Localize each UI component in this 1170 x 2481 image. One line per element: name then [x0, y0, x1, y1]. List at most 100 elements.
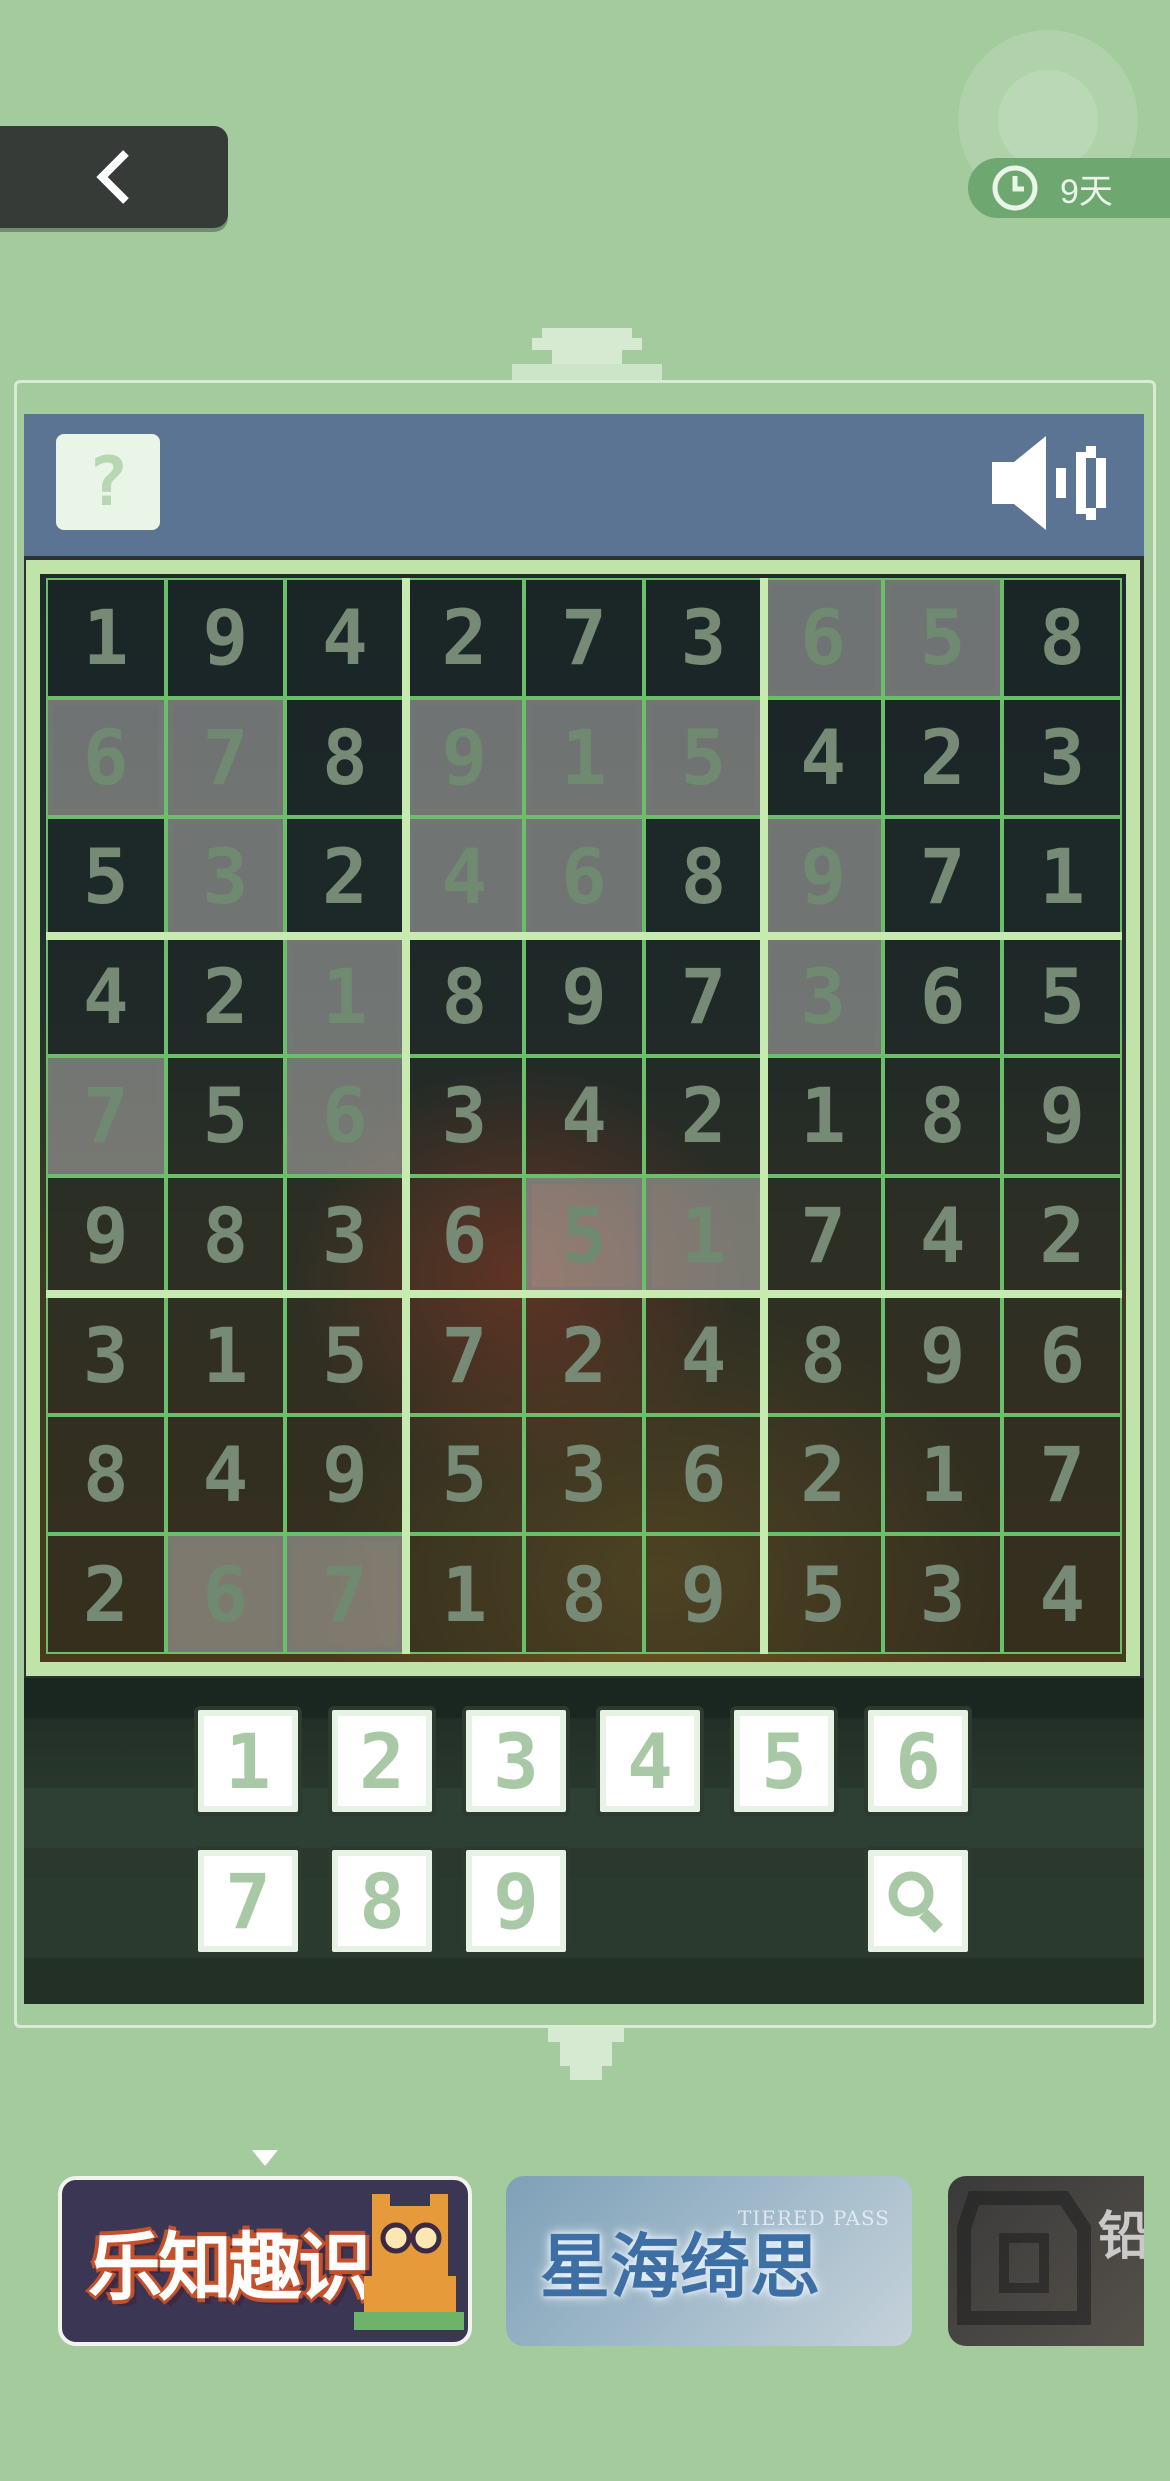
sudoku-cell[interactable]: 6: [882, 936, 1003, 1057]
sudoku-cell[interactable]: 6: [404, 1175, 525, 1296]
sudoku-cell[interactable]: 5: [404, 1414, 525, 1535]
sudoku-cell[interactable]: 3: [46, 1295, 166, 1415]
sudoku-cell[interactable]: 4: [643, 1295, 764, 1415]
sudoku-cell[interactable]: 1: [404, 1534, 525, 1654]
sudoku-cell[interactable]: 8: [46, 1414, 166, 1535]
sudoku-cell[interactable]: 4: [165, 1414, 286, 1535]
sudoku-cell[interactable]: 6: [643, 1414, 764, 1535]
sudoku-cell[interactable]: 7: [46, 1056, 166, 1176]
sudoku-cell[interactable]: 5: [285, 1295, 405, 1415]
sudoku-cell[interactable]: 8: [404, 936, 525, 1057]
event-card-lezhi[interactable]: 乐知趣识: [58, 2176, 472, 2346]
sudoku-cell[interactable]: 4: [46, 936, 166, 1057]
sudoku-cell[interactable]: 2: [46, 1534, 166, 1654]
sudoku-cell[interactable]: 2: [763, 1414, 883, 1535]
number-key[interactable]: 1: [194, 1706, 302, 1816]
sudoku-cell[interactable]: 5: [46, 817, 166, 937]
sudoku-cell[interactable]: 6: [46, 697, 166, 818]
sudoku-cell[interactable]: 2: [285, 817, 405, 937]
sudoku-cell[interactable]: 4: [524, 1056, 644, 1176]
sudoku-cell[interactable]: 7: [165, 697, 286, 818]
sudoku-cell[interactable]: 6: [285, 1056, 405, 1176]
sudoku-cell[interactable]: 2: [524, 1295, 644, 1415]
sudoku-cell[interactable]: 3: [882, 1534, 1003, 1654]
event-card-xinghai[interactable]: 星海绮思 TIERED PASS: [506, 2176, 912, 2346]
sudoku-cell[interactable]: 8: [763, 1295, 883, 1415]
sudoku-cell[interactable]: 1: [882, 1414, 1003, 1535]
event-card-third[interactable]: 铅: [948, 2176, 1144, 2346]
sudoku-cell[interactable]: 1: [763, 1056, 883, 1176]
number-key[interactable]: 9: [462, 1846, 570, 1956]
sudoku-cell[interactable]: 8: [165, 1175, 286, 1296]
sudoku-cell[interactable]: 7: [404, 1295, 525, 1415]
sudoku-cell[interactable]: 9: [524, 936, 644, 1057]
sudoku-cell[interactable]: 1: [524, 697, 644, 818]
sudoku-cell[interactable]: 5: [524, 1175, 644, 1296]
number-key[interactable]: 5: [730, 1706, 838, 1816]
sudoku-cell[interactable]: 3: [165, 817, 286, 937]
sudoku-cell[interactable]: 3: [285, 1175, 405, 1296]
number-key[interactable]: 7: [194, 1846, 302, 1956]
number-key[interactable]: 3: [462, 1706, 570, 1816]
sudoku-cell[interactable]: 9: [46, 1175, 166, 1296]
sudoku-cell[interactable]: 5: [882, 578, 1003, 698]
sudoku-cell[interactable]: 7: [524, 578, 644, 698]
sudoku-cell[interactable]: 8: [643, 817, 764, 937]
sudoku-cell[interactable]: 9: [285, 1414, 405, 1535]
sudoku-cell[interactable]: 4: [1002, 1534, 1122, 1654]
sudoku-cell[interactable]: 9: [404, 697, 525, 818]
back-button[interactable]: [0, 126, 228, 228]
sudoku-cell[interactable]: 7: [285, 1534, 405, 1654]
sudoku-cell[interactable]: 1: [46, 578, 166, 698]
sudoku-cell[interactable]: 1: [643, 1175, 764, 1296]
hint-button[interactable]: [864, 1846, 972, 1956]
sudoku-cell[interactable]: 4: [285, 578, 405, 698]
sudoku-cell[interactable]: 5: [763, 1534, 883, 1654]
sudoku-cell[interactable]: 8: [882, 1056, 1003, 1176]
sudoku-cell[interactable]: 6: [763, 578, 883, 698]
sudoku-cell[interactable]: 8: [1002, 578, 1122, 698]
sudoku-cell[interactable]: 8: [524, 1534, 644, 1654]
sudoku-cell[interactable]: 2: [165, 936, 286, 1057]
sudoku-cell[interactable]: 9: [643, 1534, 764, 1654]
sudoku-cell[interactable]: 7: [1002, 1414, 1122, 1535]
sudoku-cell[interactable]: 6: [1002, 1295, 1122, 1415]
box-divider: [46, 932, 1122, 940]
sudoku-cell[interactable]: 9: [882, 1295, 1003, 1415]
sudoku-cell[interactable]: 6: [524, 817, 644, 937]
sudoku-cell[interactable]: 5: [165, 1056, 286, 1176]
sudoku-cell[interactable]: 9: [1002, 1056, 1122, 1176]
sudoku-cell[interactable]: 6: [165, 1534, 286, 1654]
sudoku-cell[interactable]: 3: [1002, 697, 1122, 818]
sudoku-cell[interactable]: 1: [285, 936, 405, 1057]
sudoku-cell[interactable]: 1: [165, 1295, 286, 1415]
sudoku-cell[interactable]: 3: [643, 578, 764, 698]
sudoku-cell[interactable]: 4: [763, 697, 883, 818]
number-key[interactable]: 2: [328, 1706, 436, 1816]
sudoku-cell[interactable]: 9: [165, 578, 286, 698]
sudoku-cell[interactable]: 3: [404, 1056, 525, 1176]
card-subtitle: TIERED PASS: [738, 2206, 891, 2230]
help-button[interactable]: ?: [56, 434, 160, 530]
sudoku-cell[interactable]: 7: [643, 936, 764, 1057]
sudoku-cell[interactable]: 4: [882, 1175, 1003, 1296]
number-key[interactable]: 6: [864, 1706, 972, 1816]
sudoku-cell[interactable]: 5: [643, 697, 764, 818]
sudoku-cell[interactable]: 5: [1002, 936, 1122, 1057]
bottom-ornament: [548, 2028, 624, 2082]
sudoku-cell[interactable]: 3: [524, 1414, 644, 1535]
sudoku-cell[interactable]: 7: [882, 817, 1003, 937]
sudoku-cell[interactable]: 7: [763, 1175, 883, 1296]
sudoku-cell[interactable]: 4: [404, 817, 525, 937]
number-key[interactable]: 8: [328, 1846, 436, 1956]
sudoku-cell[interactable]: 2: [404, 578, 525, 698]
sudoku-cell[interactable]: 1: [1002, 817, 1122, 937]
sudoku-cell[interactable]: 2: [1002, 1175, 1122, 1296]
sudoku-cell[interactable]: 9: [763, 817, 883, 937]
sound-button[interactable]: [986, 428, 1116, 538]
number-key[interactable]: 4: [596, 1706, 704, 1816]
sudoku-cell[interactable]: 8: [285, 697, 405, 818]
sudoku-cell[interactable]: 2: [882, 697, 1003, 818]
sudoku-cell[interactable]: 3: [763, 936, 883, 1057]
sudoku-cell[interactable]: 2: [643, 1056, 764, 1176]
